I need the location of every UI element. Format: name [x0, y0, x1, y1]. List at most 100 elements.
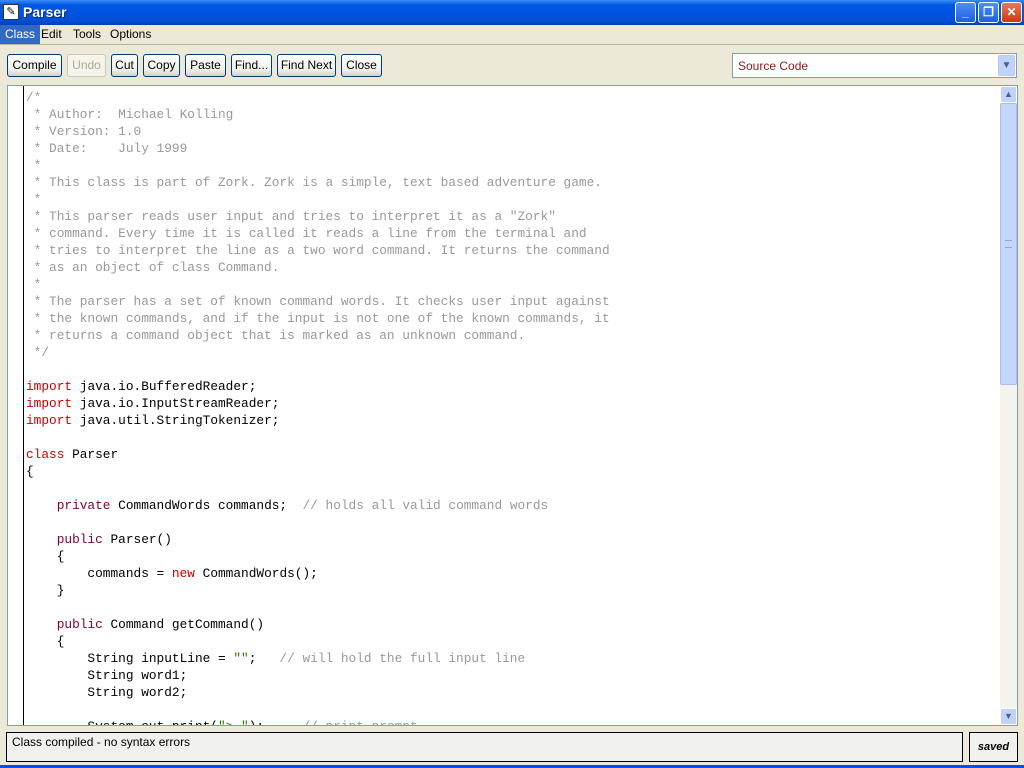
comment-token: * returns a command object that is marke… — [26, 328, 526, 343]
code-line: String word1; — [26, 667, 610, 684]
code-token: commands = — [26, 566, 172, 581]
code-line: import java.io.InputStreamReader; — [26, 395, 610, 412]
keyword-token: import — [26, 396, 80, 411]
keyword-token: import — [26, 413, 80, 428]
string-token: "" — [233, 651, 249, 666]
code-token: CommandWords commands; — [110, 498, 303, 513]
close-button[interactable]: Close — [341, 54, 382, 77]
code-line: * This parser reads user input and tries… — [26, 208, 610, 225]
code-line: import java.util.StringTokenizer; — [26, 412, 610, 429]
code-token: java.io.InputStreamReader; — [79, 396, 280, 411]
scroll-down-icon[interactable]: ▼ — [1000, 708, 1017, 725]
comment-token: * tries to interpret the line as a two w… — [26, 243, 610, 258]
code-token: String word2; — [26, 685, 188, 700]
code-line: String inputLine = ""; // will hold the … — [26, 650, 610, 667]
comment-token: * the known commands, and if the input i… — [26, 311, 610, 326]
undo-button[interactable]: Undo — [67, 54, 106, 77]
keyword-token: class — [26, 447, 73, 462]
code-line: System.out.print("> "); // print prompt — [26, 718, 610, 725]
comment-token: * Author: Michael Kolling — [26, 107, 234, 122]
app-icon: ✎ — [3, 4, 19, 20]
comment-token: // print prompt — [302, 719, 417, 725]
code-line: { — [26, 633, 610, 650]
comment-token: // holds all valid command words — [302, 498, 549, 513]
code-token: ; — [248, 651, 280, 666]
find-next-button[interactable]: Find Next — [277, 54, 336, 77]
code-token: java.util.StringTokenizer; — [79, 413, 280, 428]
comment-token: * as an object of class Command. — [26, 260, 280, 275]
comment-token: * — [26, 192, 42, 207]
code-token: System.out.print( — [26, 719, 218, 725]
code-line: * Date: July 1999 — [26, 140, 610, 157]
code-token: ); — [249, 719, 303, 725]
comment-token: * This parser reads user input and tries… — [26, 209, 556, 224]
code-line: */ — [26, 344, 610, 361]
code-token: { — [26, 549, 65, 564]
restore-button[interactable]: ❐ — [978, 2, 999, 23]
paste-button[interactable]: Paste — [185, 54, 226, 77]
vertical-scrollbar[interactable]: ▲ ▼ — [1000, 86, 1017, 725]
chevron-down-icon[interactable]: ▼ — [998, 55, 1015, 76]
comment-token: * This class is part of Zork. Zork is a … — [26, 175, 602, 190]
minimize-button[interactable]: _ — [955, 2, 976, 23]
code-token: Command getCommand() — [102, 617, 265, 632]
code-token: } — [26, 583, 65, 598]
menu-edit[interactable]: Edit — [36, 25, 67, 44]
code-line: * Version: 1.0 — [26, 123, 610, 140]
code-line: * — [26, 191, 610, 208]
comment-token: */ — [26, 345, 50, 360]
scroll-thumb[interactable] — [1000, 103, 1017, 385]
status-message: Class compiled - no syntax errors — [6, 732, 963, 762]
copy-button[interactable]: Copy — [143, 54, 180, 77]
source-code[interactable]: /* * Author: Michael Kolling * Version: … — [26, 89, 610, 725]
comment-token: * command. Every time it is called it re… — [26, 226, 587, 241]
gutter-divider — [23, 86, 24, 725]
code-line: commands = new CommandWords(); — [26, 565, 610, 582]
compile-button[interactable]: Compile — [7, 54, 62, 77]
code-line: * This class is part of Zork. Zork is a … — [26, 174, 610, 191]
view-select-value: Source Code — [738, 59, 809, 73]
comment-token: * Date: July 1999 — [26, 141, 188, 156]
view-select[interactable]: Source Code ▼ — [732, 53, 1017, 78]
code-line: * command. Every time it is called it re… — [26, 225, 610, 242]
code-line: private CommandWords commands; // holds … — [26, 497, 610, 514]
code-line: class Parser — [26, 446, 610, 463]
menu-class[interactable]: Class — [0, 25, 41, 44]
menu-bar: Class Edit Tools Options — [0, 25, 1024, 45]
code-line: String word2; — [26, 684, 610, 701]
code-editor[interactable]: /* * Author: Michael Kolling * Version: … — [7, 85, 1018, 726]
code-line: { — [26, 463, 610, 480]
find-button[interactable]: Find... — [231, 54, 272, 77]
code-line: * — [26, 157, 610, 174]
cut-button[interactable]: Cut — [111, 54, 138, 77]
menu-tools[interactable]: Tools — [68, 25, 106, 44]
close-window-button[interactable]: ✕ — [1001, 2, 1022, 23]
comment-token: // will hold the full input line — [279, 651, 526, 666]
comment-token: * — [26, 158, 42, 173]
code-line: public Command getCommand() — [26, 616, 610, 633]
comment-token: * — [26, 277, 42, 292]
window-title: Parser — [23, 4, 67, 20]
keyword-token: new — [171, 566, 195, 581]
code-line: * tries to interpret the line as a two w… — [26, 242, 610, 259]
modifier-token: public — [56, 532, 103, 547]
code-line: /* — [26, 89, 610, 106]
code-token: java.io.BufferedReader; — [79, 379, 257, 394]
code-line: * as an object of class Command. — [26, 259, 610, 276]
scroll-up-icon[interactable]: ▲ — [1000, 86, 1017, 103]
menu-options[interactable]: Options — [105, 25, 156, 44]
code-line: } — [26, 582, 610, 599]
code-line: * — [26, 276, 610, 293]
code-line: public Parser() — [26, 531, 610, 548]
keyword-token: import — [26, 379, 80, 394]
code-token: CommandWords(); — [194, 566, 318, 581]
code-line: * Author: Michael Kolling — [26, 106, 610, 123]
comment-token: /* — [26, 90, 42, 105]
